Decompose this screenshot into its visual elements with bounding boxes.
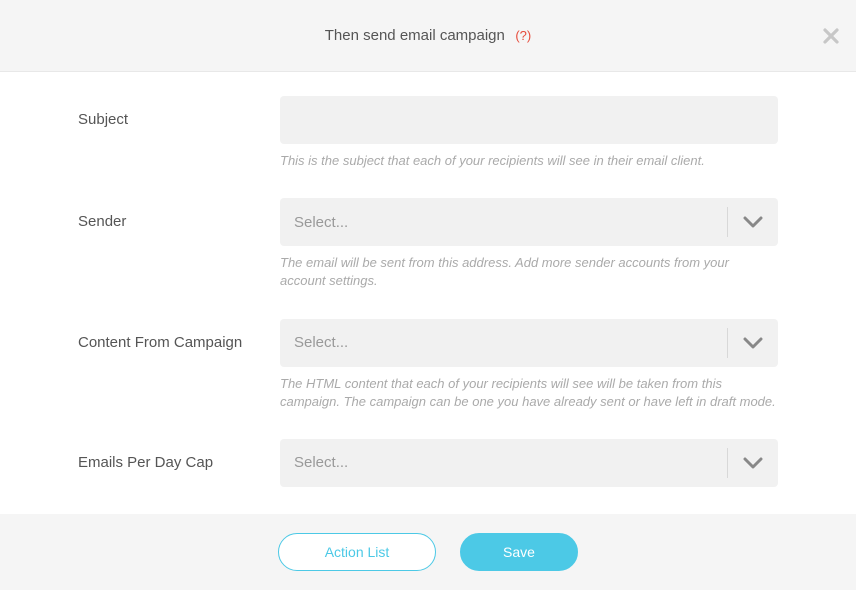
cap-label: Emails Per Day Cap — [78, 439, 280, 471]
content-control: Select... The HTML content that each of … — [280, 319, 778, 411]
form-content: Subject This is the subject that each of… — [0, 72, 856, 487]
content-label: Content From Campaign — [78, 319, 280, 351]
cap-row: Emails Per Day Cap Select... — [78, 439, 778, 487]
subject-help: This is the subject that each of your re… — [280, 152, 778, 170]
chevron-down-icon — [728, 337, 778, 349]
subject-label: Subject — [78, 96, 280, 128]
dialog-title: Then send email campaign — [325, 27, 505, 44]
sender-row: Sender Select... The email will be sent … — [78, 198, 778, 290]
content-select-value: Select... — [280, 334, 727, 351]
sender-label: Sender — [78, 198, 280, 230]
content-help: The HTML content that each of your recip… — [280, 375, 778, 411]
cap-control: Select... — [280, 439, 778, 487]
action-list-button[interactable]: Action List — [278, 533, 436, 571]
save-button[interactable]: Save — [460, 533, 578, 571]
subject-input[interactable] — [280, 96, 778, 144]
sender-select-value: Select... — [280, 214, 727, 231]
sender-help: The email will be sent from this address… — [280, 254, 778, 290]
subject-control: This is the subject that each of your re… — [280, 96, 778, 170]
chevron-down-icon — [728, 216, 778, 228]
content-row: Content From Campaign Select... The HTML… — [78, 319, 778, 411]
subject-row: Subject This is the subject that each of… — [78, 96, 778, 170]
close-icon[interactable] — [822, 27, 840, 45]
content-select[interactable]: Select... — [280, 319, 778, 367]
dialog-footer: Action List Save — [0, 514, 856, 590]
header-title-wrap: Then send email campaign (?) — [325, 27, 531, 45]
cap-select-value: Select... — [280, 454, 727, 471]
cap-select[interactable]: Select... — [280, 439, 778, 487]
sender-control: Select... The email will be sent from th… — [280, 198, 778, 290]
help-link[interactable]: (?) — [515, 28, 531, 43]
chevron-down-icon — [728, 457, 778, 469]
sender-select[interactable]: Select... — [280, 198, 778, 246]
dialog-header: Then send email campaign (?) — [0, 0, 856, 72]
